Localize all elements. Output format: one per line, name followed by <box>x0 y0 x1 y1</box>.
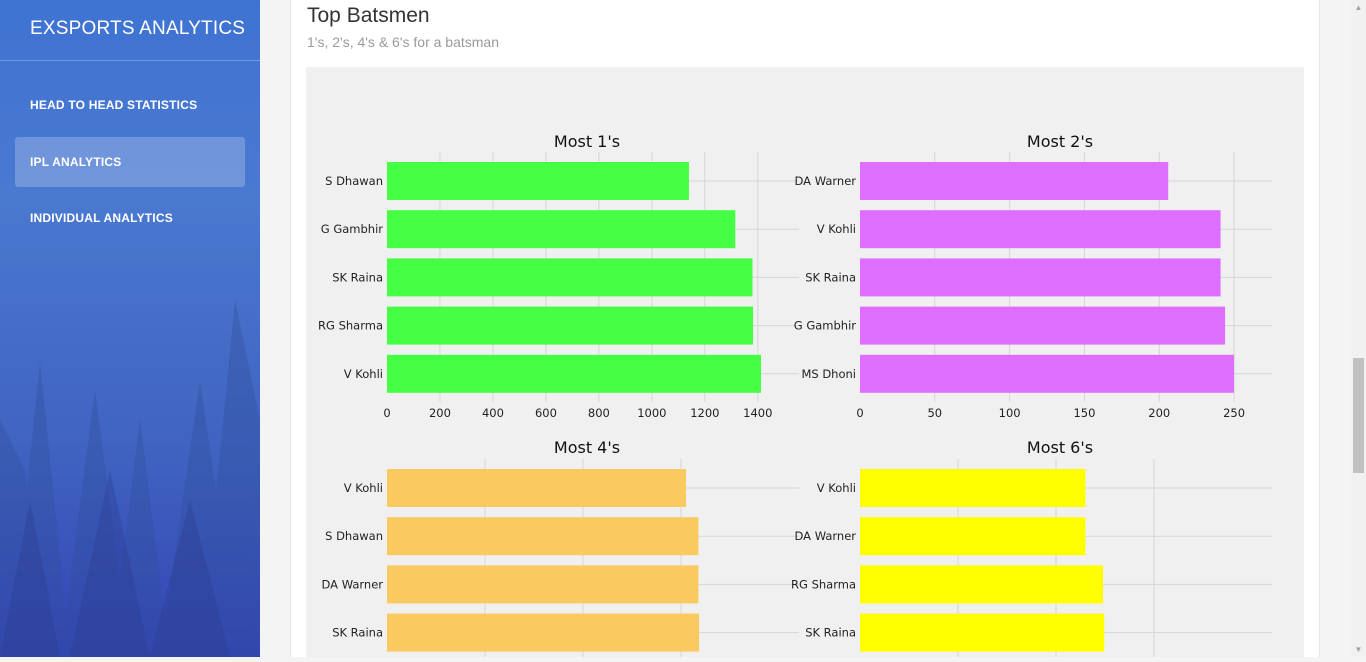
chart-bar <box>860 565 1103 604</box>
chart-tick-label: 50 <box>927 406 942 420</box>
charts-figure: Most 1's S Dhawan G Gambhir SK Raina RG Shar… <box>318 132 1272 657</box>
chart-bar <box>860 469 1086 507</box>
chart-bar <box>387 306 754 345</box>
brand-title[interactable]: EXSPORTS ANALYTICS <box>30 18 245 40</box>
chart-tick-label: 0 <box>383 406 390 420</box>
chart-category-label: SK Raina <box>805 270 856 284</box>
chart-tick-label: 1000 <box>637 406 666 420</box>
chart-tick-label: 600 <box>535 406 557 420</box>
chart-bar <box>860 162 1169 200</box>
plot-area: Most 1's S Dhawan G Gambhir SK Raina RG Shar… <box>306 67 1304 657</box>
chart-tick-label: 1200 <box>690 406 719 420</box>
chart-category-label: MS Dhoni <box>801 367 856 381</box>
chart-bar <box>387 258 753 297</box>
chart-category-label: G Gambhir <box>321 222 384 236</box>
chart-bar <box>387 354 761 393</box>
chart-bar <box>387 162 689 200</box>
chart-bar <box>860 306 1226 345</box>
chart-category-label: S Dhawan <box>325 529 383 543</box>
chart-bar <box>387 613 700 652</box>
nav-item-ipl-analytics[interactable]: IPL ANALYTICS <box>15 137 245 187</box>
chart-bar <box>860 613 1105 652</box>
scroll-up-arrow-icon[interactable]: ▲ <box>1351 0 1366 15</box>
chart-bar <box>387 469 687 507</box>
chart-category-label: V Kohli <box>817 222 856 236</box>
chart-bar <box>387 517 699 556</box>
chart-bar <box>860 210 1221 249</box>
chart-category-label: SK Raina <box>805 626 856 640</box>
main-content: Top Batsmen 1's, 2's, 4's & 6's for a ba… <box>260 0 1351 657</box>
scrollbar[interactable]: ▲ ▼ <box>1351 0 1366 657</box>
chart-category-label: G Gambhir <box>794 319 857 333</box>
section-title: Top Batsmen <box>307 4 430 27</box>
chart-tick-label: 200 <box>1148 406 1170 420</box>
nav-item-head-to-head[interactable]: HEAD TO HEAD STATISTICS <box>15 80 245 130</box>
chart-tick-label: 1400 <box>743 406 772 420</box>
chart-category-label: SK Raina <box>332 626 383 640</box>
nav-item-individual-analytics[interactable]: INDIVIDUAL ANALYTICS <box>15 193 245 243</box>
top-batsmen-card: Top Batsmen 1's, 2's, 4's & 6's for a ba… <box>290 0 1320 657</box>
scroll-down-arrow-icon[interactable]: ▼ <box>1351 642 1366 657</box>
chart-bar <box>387 565 699 604</box>
chart-category-label: S Dhawan <box>325 174 383 188</box>
chart-bar <box>387 210 736 249</box>
chart-bar <box>860 354 1235 393</box>
chart-category-label: V Kohli <box>344 481 383 495</box>
chart-tick-label: 100 <box>999 406 1021 420</box>
chart-title: Most 2's <box>1027 132 1093 151</box>
chart-tick-label: 0 <box>856 406 863 420</box>
chart-title: Most 4's <box>554 438 620 457</box>
chart-tick-label: 250 <box>1223 406 1245 420</box>
chart-title: Most 6's <box>1027 438 1093 457</box>
chart-category-label: DA Warner <box>795 174 857 188</box>
chart-bar <box>860 258 1221 297</box>
chart-tick-label: 200 <box>429 406 451 420</box>
chart-category-label: DA Warner <box>795 529 857 543</box>
section-subtitle: 1's, 2's, 4's & 6's for a batsman <box>307 34 500 50</box>
chart-category-label: V Kohli <box>344 367 383 381</box>
chart-category-label: V Kohli <box>817 481 856 495</box>
chart-category-label: SK Raina <box>332 270 383 284</box>
chart-category-label: RG Sharma <box>318 319 383 333</box>
chart-category-label: DA Warner <box>322 577 384 591</box>
chart-tick-label: 800 <box>588 406 610 420</box>
chart-category-label: RG Sharma <box>791 577 856 591</box>
chart-title: Most 1's <box>554 132 620 151</box>
scroll-thumb[interactable] <box>1353 358 1364 473</box>
brand-divider <box>0 60 260 61</box>
chart-bar <box>860 517 1086 556</box>
chart-tick-label: 150 <box>1073 406 1095 420</box>
chart-tick-label: 400 <box>482 406 504 420</box>
sidebar: EXSPORTS ANALYTICS HEAD TO HEAD STATISTI… <box>0 0 260 657</box>
